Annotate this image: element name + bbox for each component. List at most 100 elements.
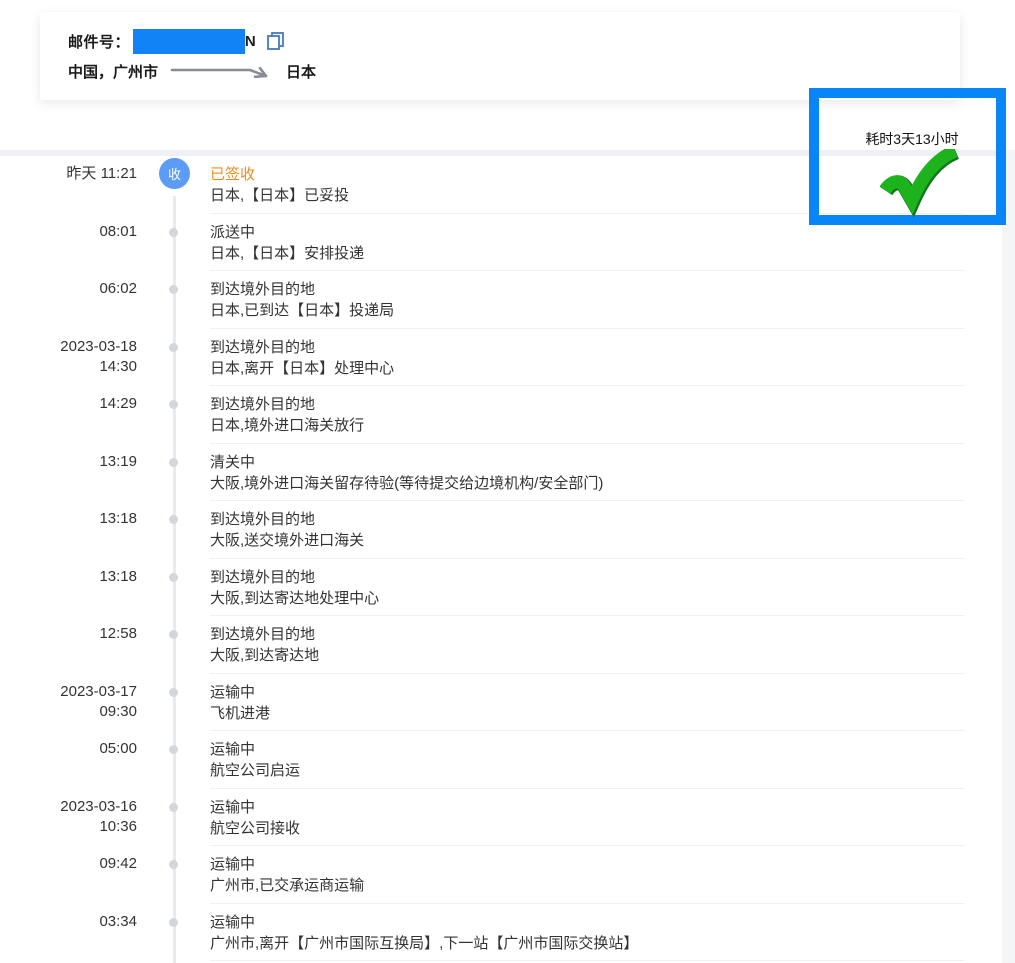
event-status: 运输中	[210, 854, 965, 875]
event-time: 2023-03-1709:30	[0, 674, 137, 732]
event-status: 到达境外目的地	[210, 624, 965, 645]
received-node-icon: 收	[159, 158, 190, 189]
event-content: 到达境外目的地 大阪,送交境外进口海关	[210, 501, 965, 559]
timeline-dot-icon	[169, 918, 178, 927]
event-detail: 大阪,到达寄达地	[210, 645, 965, 667]
event-detail: 大阪,境外进口海关留存待验(等待提交给边境机构/安全部门)	[210, 473, 965, 495]
event-status: 运输中	[210, 797, 965, 818]
event-node	[137, 846, 210, 904]
event-content: 运输中 航空公司接收	[210, 789, 965, 847]
tracking-timeline: 昨天 11:21 收 已签收 日本,【日本】已妥投 08:01 派送中 日本,【…	[0, 156, 1002, 963]
timeline-dot-icon	[169, 745, 178, 754]
event-time: 13:18	[0, 501, 137, 559]
event-time: 14:29	[0, 386, 137, 444]
shipment-summary-card: 邮件号： CN 中国，广州市 日本	[40, 12, 960, 100]
event-content: 运输中 飞机进港	[210, 674, 965, 732]
event-node	[137, 501, 210, 559]
event-node	[137, 674, 210, 732]
page-background-strip	[1002, 150, 1015, 963]
tracking-event-row[interactable]: 13:18 到达境外目的地 大阪,到达寄达地处理中心	[0, 559, 1002, 617]
event-node	[137, 271, 210, 329]
event-content: 到达境外目的地 日本,离开【日本】处理中心	[210, 329, 965, 387]
event-content: 到达境外目的地 日本,已到达【日本】投递局	[210, 271, 965, 329]
event-node: 收	[137, 156, 210, 214]
event-status: 到达境外目的地	[210, 394, 965, 415]
event-status: 运输中	[210, 682, 965, 703]
duration-label: 耗时3天13小时	[832, 129, 992, 149]
timeline-dot-icon	[169, 228, 178, 237]
event-node	[137, 559, 210, 617]
tracking-event-row[interactable]: 08:01 派送中 日本,【日本】安排投递	[0, 214, 1002, 272]
timeline-dot-icon	[169, 400, 178, 409]
event-time: 13:18	[0, 559, 137, 617]
tracking-event-row[interactable]: 13:19 清关中 大阪,境外进口海关留存待验(等待提交给边境机构/安全部门)	[0, 444, 1002, 502]
route-origin: 中国，广州市	[68, 61, 158, 82]
timeline-dot-icon	[169, 630, 178, 639]
event-detail: 广州市,已交承运商运输	[210, 875, 965, 897]
event-content: 到达境外目的地 大阪,到达寄达地	[210, 616, 965, 674]
event-status: 到达境外目的地	[210, 337, 965, 358]
event-detail: 大阪,送交境外进口海关	[210, 530, 965, 552]
event-content: 运输中 广州市,已交承运商运输	[210, 846, 965, 904]
timeline-dot-icon	[169, 803, 178, 812]
tracking-event-row[interactable]: 06:02 到达境外目的地 日本,已到达【日本】投递局	[0, 271, 1002, 329]
tracking-event-row[interactable]: 12:58 到达境外目的地 大阪,到达寄达地	[0, 616, 1002, 674]
event-time: 2023-03-1814:30	[0, 329, 137, 387]
event-time: 06:02	[0, 271, 137, 329]
event-time: 03:34	[0, 904, 137, 962]
event-node	[137, 444, 210, 502]
event-status: 运输中	[210, 912, 965, 933]
event-node	[137, 616, 210, 674]
route-destination: 日本	[286, 61, 316, 82]
event-detail: 日本,离开【日本】处理中心	[210, 358, 965, 380]
event-status: 派送中	[210, 222, 965, 243]
tracking-event-row[interactable]: 03:34 运输中 广州市,离开【广州市国际互换局】,下一站【广州市国际交换站】	[0, 904, 1002, 962]
event-content: 派送中 日本,【日本】安排投递	[210, 214, 965, 272]
event-content: 运输中 航空公司启运	[210, 731, 965, 789]
timeline-dot-icon	[169, 688, 178, 697]
timeline-dot-icon	[169, 458, 178, 467]
tracking-event-row[interactable]: 14:29 到达境外目的地 日本,境外进口海关放行	[0, 386, 1002, 444]
event-node	[137, 329, 210, 387]
tracking-event-row[interactable]: 05:00 运输中 航空公司启运	[0, 731, 1002, 789]
event-node	[137, 386, 210, 444]
event-node	[137, 214, 210, 272]
event-status: 到达境外目的地	[210, 279, 965, 300]
event-node	[137, 789, 210, 847]
tracking-event-row[interactable]: 13:18 到达境外目的地 大阪,送交境外进口海关	[0, 501, 1002, 559]
event-content: 已签收 日本,【日本】已妥投	[210, 156, 965, 214]
event-content: 清关中 大阪,境外进口海关留存待验(等待提交给边境机构/安全部门)	[210, 444, 965, 502]
tracking-event-row[interactable]: 2023-03-1610:36 运输中 航空公司接收	[0, 789, 1002, 847]
tracking-event-row[interactable]: 2023-03-1814:30 到达境外目的地 日本,离开【日本】处理中心	[0, 329, 1002, 387]
route-arrow-icon	[170, 62, 272, 80]
event-detail: 大阪,到达寄达地处理中心	[210, 588, 965, 610]
event-time: 12:58	[0, 616, 137, 674]
copy-icon[interactable]	[266, 31, 285, 51]
event-time: 09:42	[0, 846, 137, 904]
tracking-event-row[interactable]: 昨天 11:21 收 已签收 日本,【日本】已妥投	[0, 156, 1002, 214]
green-check-icon	[880, 149, 962, 224]
event-status: 清关中	[210, 452, 965, 473]
event-detail: 日本,【日本】已妥投	[210, 185, 965, 207]
event-time: 08:01	[0, 214, 137, 272]
event-detail: 航空公司启运	[210, 760, 965, 782]
event-status: 到达境外目的地	[210, 509, 965, 530]
mail-number-row: 邮件号： CN	[68, 28, 960, 54]
timeline-dot-icon	[169, 285, 178, 294]
tracking-event-row[interactable]: 2023-03-1709:30 运输中 飞机进港	[0, 674, 1002, 732]
event-node	[137, 731, 210, 789]
event-time: 2023-03-1610:36	[0, 789, 137, 847]
mail-number-redaction	[133, 29, 245, 54]
event-node	[137, 904, 210, 962]
event-content: 运输中 广州市,离开【广州市国际互换局】,下一站【广州市国际交换站】	[210, 904, 965, 962]
event-detail: 日本,已到达【日本】投递局	[210, 300, 965, 322]
event-content: 到达境外目的地 日本,境外进口海关放行	[210, 386, 965, 444]
tracking-event-row[interactable]: 09:42 运输中 广州市,已交承运商运输	[0, 846, 1002, 904]
event-detail: 日本,【日本】安排投递	[210, 243, 965, 265]
event-time: 昨天 11:21	[0, 156, 137, 214]
event-time: 13:19	[0, 444, 137, 502]
event-status: 已签收	[210, 164, 965, 185]
timeline-dot-icon	[169, 343, 178, 352]
event-content: 到达境外目的地 大阪,到达寄达地处理中心	[210, 559, 965, 617]
mail-number-label: 邮件号：	[68, 31, 130, 52]
